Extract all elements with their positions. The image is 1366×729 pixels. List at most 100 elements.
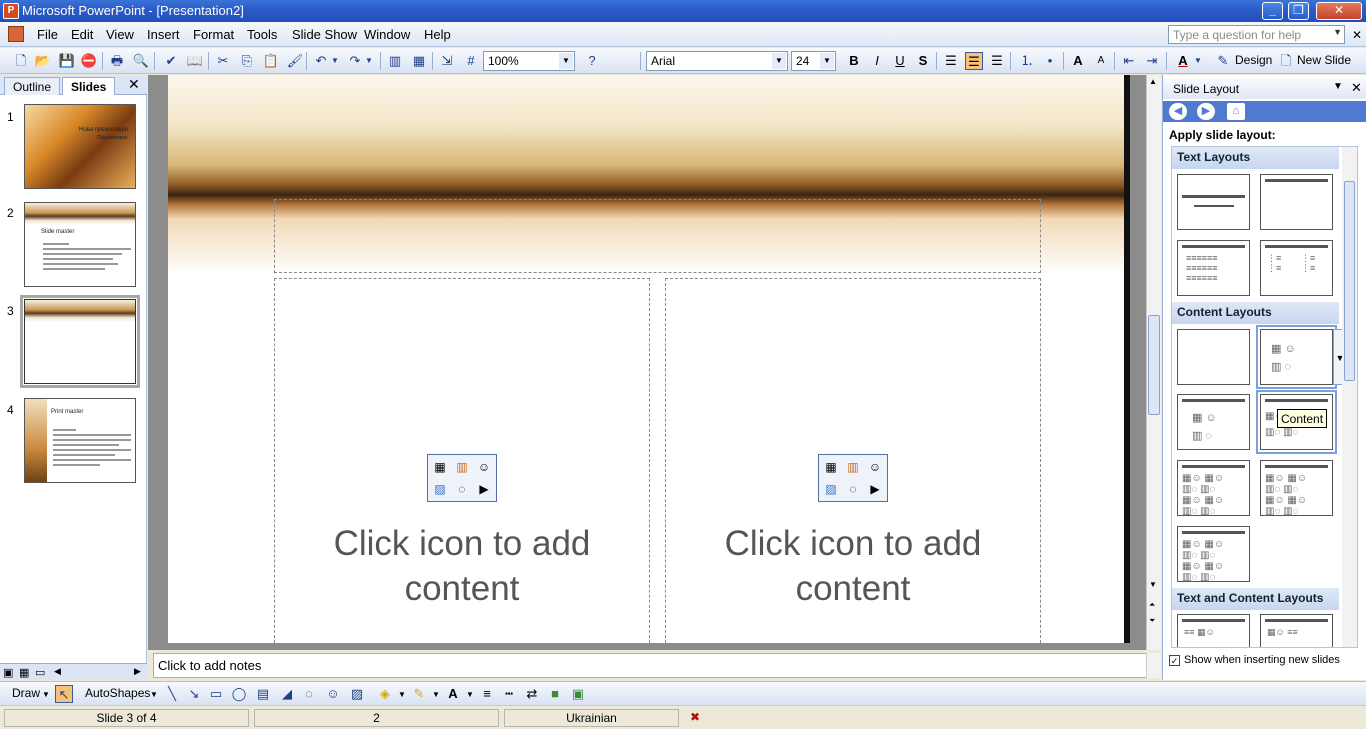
line-color-icon[interactable]: ✎ [410, 685, 428, 703]
arrow-icon[interactable]: ↘ [185, 685, 203, 703]
zoom-select[interactable]: 100% ▼ [483, 51, 575, 71]
font-size-select[interactable]: 24 ▼ [791, 51, 836, 71]
font-color-icon[interactable]: A [1174, 52, 1192, 70]
diagram-icon[interactable]: ◌ [300, 685, 318, 703]
shadow-style-icon[interactable]: ■ [546, 685, 564, 703]
clip-art-icon[interactable]: ☺ [324, 685, 342, 703]
align-center-icon[interactable]: ☰ [965, 52, 983, 70]
layout-title-two-content-over[interactable]: ▦☺ ▦☺ ▥◌ ▥◌ ▦☺ ▦☺ ▥◌ ▥◌ [1260, 460, 1333, 517]
scroll-right-icon[interactable]: ▶ [134, 666, 141, 677]
menu-file[interactable]: File [37, 27, 58, 42]
new-icon[interactable]: 🗋 [12, 52, 30, 70]
document-icon[interactable] [8, 26, 24, 42]
align-right-icon[interactable]: ☰ [988, 52, 1006, 70]
slide-thumbnail-4[interactable]: Print master [24, 398, 136, 483]
bold-icon[interactable]: B [845, 52, 863, 70]
help-search-input[interactable]: Type a question for help ▼ [1168, 25, 1345, 44]
redo-icon[interactable]: ↷ [346, 52, 364, 70]
line-icon[interactable]: ╲ [163, 685, 181, 703]
content-placeholder-right[interactable]: ▦ ▥ ☺ ▨ ◌ ▶ Click icon to add content [665, 278, 1041, 648]
insert-media-icon[interactable]: ▶ [867, 481, 883, 497]
increase-indent-icon[interactable]: ⇥ [1143, 52, 1161, 70]
close-icon[interactable]: ✕ [1351, 80, 1362, 96]
tab-outline[interactable]: Outline [4, 77, 61, 95]
slide-thumbnail-1[interactable]: Нова презентація Підзаголовок [24, 104, 136, 189]
increase-font-icon[interactable]: A [1069, 52, 1087, 70]
insert-chart-icon[interactable]: ▥ [386, 52, 404, 70]
menu-help[interactable]: Help [424, 27, 451, 42]
layout-title-and-content[interactable]: ▦ ☺ ▥ ◌ [1177, 394, 1250, 450]
layout-title-content-over-content[interactable]: ▦☺ ▦☺ ▥◌ ▥◌ ▦☺ ▦☺ ▥◌ ▥◌ [1177, 460, 1250, 517]
show-on-new-slides-checkbox[interactable]: ✓ Show when inserting new slides [1169, 654, 1340, 666]
menu-slide-show[interactable]: Slide Show [292, 27, 357, 42]
design-icon[interactable]: ✎ [1214, 52, 1232, 70]
layout-title-only[interactable] [1260, 174, 1333, 230]
expand-all-icon[interactable]: ⇲ [438, 52, 456, 70]
select-objects-icon[interactable]: ↖ [55, 685, 73, 703]
cut-icon[interactable]: ✂ [214, 52, 232, 70]
normal-view-icon[interactable]: ▣ [3, 666, 13, 679]
arrow-style-icon[interactable]: ⇄ [523, 685, 541, 703]
insert-chart-icon[interactable]: ▥ [845, 459, 861, 475]
layout-content[interactable]: ▦ ☺ ▥ ◌ [1256, 325, 1337, 389]
decrease-indent-icon[interactable]: ⇤ [1120, 52, 1138, 70]
scroll-down-icon[interactable]: ▼ [1149, 580, 1157, 589]
print-icon[interactable]: 🖶 [108, 52, 126, 70]
notes-pane[interactable]: Click to add notes [153, 653, 1158, 678]
layout-content-and-text[interactable]: ▦☺ ≡≡ [1260, 614, 1333, 647]
layout-two-column-text[interactable]: ⋮≡ ⋮≡ ⋮≡ ⋮≡ [1260, 240, 1333, 296]
home-icon[interactable]: ⌂ [1227, 103, 1245, 120]
slide-thumbnail-3[interactable] [20, 295, 140, 388]
insert-chart-icon[interactable]: ▥ [454, 459, 470, 475]
back-icon[interactable]: ◀ [1169, 103, 1187, 120]
scrollbar-thumb[interactable] [1344, 181, 1355, 381]
layout-title-and-text[interactable]: ≡≡≡≡≡≡ ≡≡≡≡≡≡ ≡≡≡≡≡≡ [1177, 240, 1250, 296]
insert-diagram-icon[interactable]: ◌ [454, 481, 470, 497]
insert-picture-icon[interactable]: ▨ [823, 481, 839, 497]
slide-scrollbar[interactable]: ▲ ▼ ⏶ ⏷ [1146, 75, 1161, 650]
insert-diagram-icon[interactable]: ◌ [845, 481, 861, 497]
insert-table-icon[interactable]: ▦ [432, 459, 448, 475]
chevron-down-icon[interactable]: ▼ [559, 53, 573, 69]
align-left-icon[interactable]: ☰ [942, 52, 960, 70]
chevron-down-icon[interactable]: ▼ [42, 690, 50, 699]
underline-icon[interactable]: U [891, 52, 909, 70]
scrollbar-thumb[interactable] [1148, 315, 1160, 415]
layout-text-and-content[interactable]: ≡≡ ▦☺ [1177, 614, 1250, 647]
chevron-down-icon[interactable]: ▼ [820, 53, 834, 69]
draw-menu-button[interactable]: Draw [12, 686, 40, 700]
insert-clip-art-icon[interactable]: ☺ [476, 459, 492, 475]
chevron-down-icon[interactable]: ▼ [432, 690, 440, 699]
menu-tools[interactable]: Tools [247, 27, 277, 42]
insert-media-icon[interactable]: ▶ [476, 481, 492, 497]
tab-slides[interactable]: Slides [62, 77, 116, 95]
undo-icon[interactable]: ↶ [312, 52, 330, 70]
wordart-icon[interactable]: ◢ [278, 685, 296, 703]
menu-window[interactable]: Window [364, 27, 410, 42]
bullets-icon[interactable]: • [1041, 52, 1059, 70]
menu-view[interactable]: View [106, 27, 134, 42]
picture-icon[interactable]: ▨ [348, 685, 366, 703]
layout-title-four-content[interactable]: ▦☺ ▦☺ ▥◌ ▥◌ ▦☺ ▦☺ ▥◌ ▥◌ [1177, 526, 1250, 583]
close-document-icon[interactable]: ✕ [1352, 28, 1362, 42]
next-slide-icon[interactable]: ⏷ [1149, 616, 1155, 626]
chevron-down-icon[interactable]: ▼ [1333, 27, 1342, 37]
rectangle-icon[interactable]: ▭ [207, 685, 225, 703]
dash-style-icon[interactable]: ┅ [500, 685, 518, 703]
insert-picture-icon[interactable]: ▨ [432, 481, 448, 497]
slide-thumbnail-2[interactable]: Slide master [24, 202, 136, 287]
italic-icon[interactable]: I [868, 52, 886, 70]
open-icon[interactable]: 📂 [34, 52, 52, 70]
oval-icon[interactable]: ◯ [230, 685, 248, 703]
close-icon[interactable]: ✕ [128, 76, 140, 93]
menu-edit[interactable]: Edit [71, 27, 93, 42]
spelling-icon[interactable]: ✔ [162, 52, 180, 70]
design-button[interactable]: Design [1235, 53, 1272, 67]
decrease-font-icon[interactable]: A [1092, 52, 1110, 70]
shadow-icon[interactable]: S [914, 52, 932, 70]
chevron-down-icon[interactable]: ▼ [364, 52, 374, 70]
insert-clip-art-icon[interactable]: ☺ [867, 459, 883, 475]
minimize-button[interactable]: _ [1262, 2, 1283, 20]
chevron-down-icon[interactable]: ▼ [398, 690, 406, 699]
notes-scrollbar[interactable] [1146, 653, 1161, 678]
